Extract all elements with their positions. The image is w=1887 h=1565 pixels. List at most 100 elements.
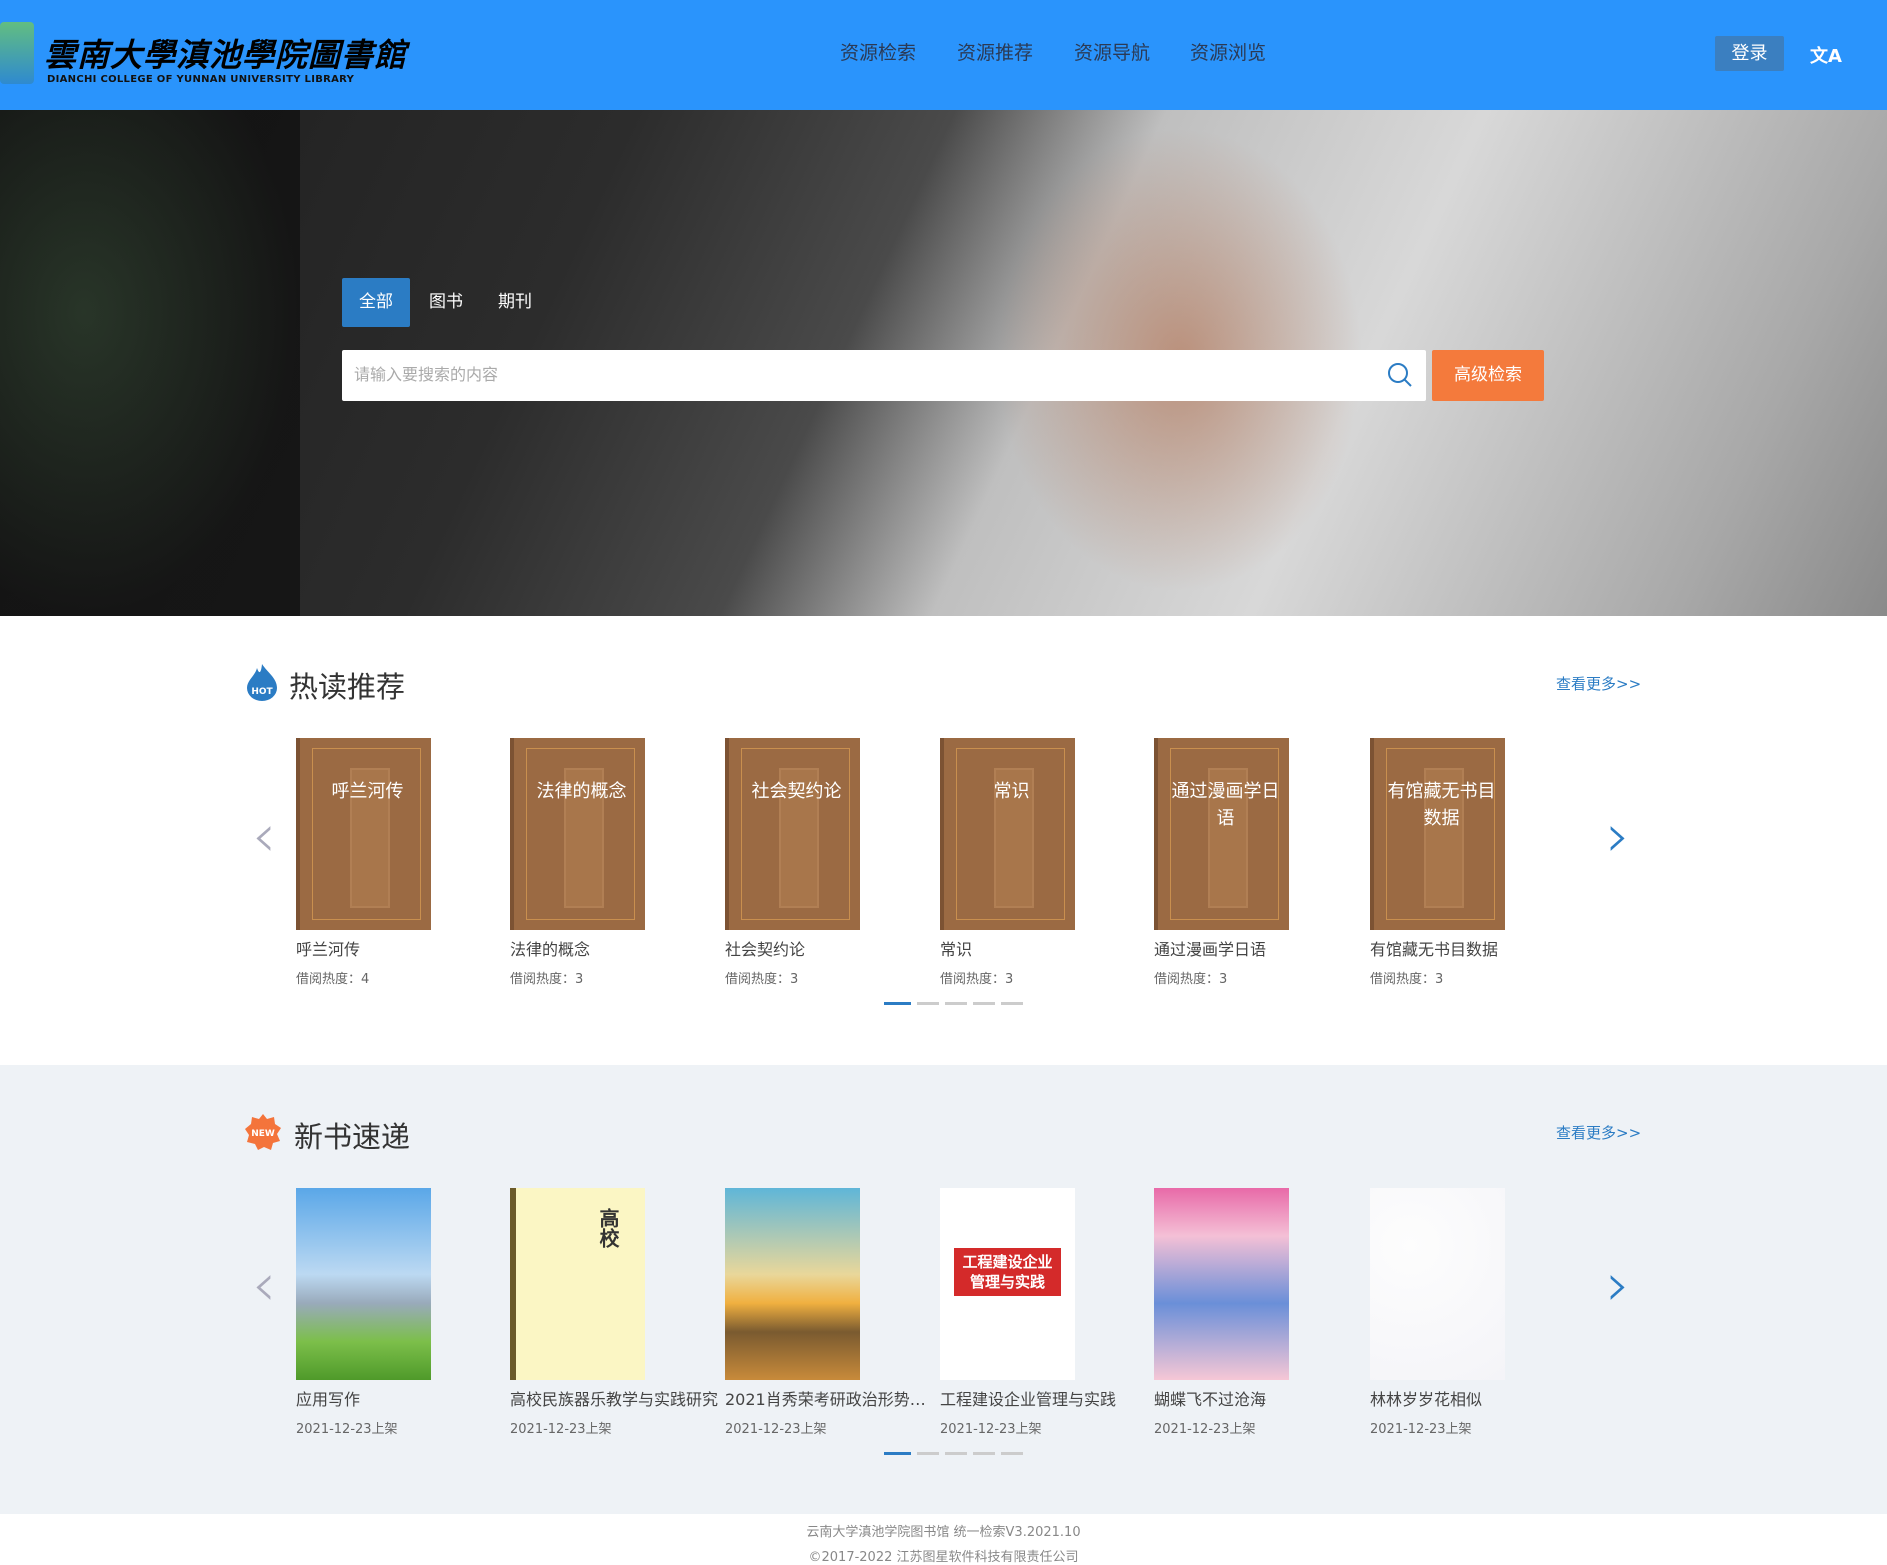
new-prev-arrow[interactable]: ‹ [252,1255,276,1315]
advanced-search-button[interactable]: 高级检索 [1432,350,1544,401]
book-title[interactable]: 法律的概念 [510,936,720,960]
book-title[interactable]: 蝴蝶飞不过沧海 [1154,1386,1364,1410]
hot-book-card[interactable]: 社会契约论 社会契约论 借阅热度：3 [725,738,860,987]
book-cover[interactable] [725,1188,860,1380]
carousel-dot[interactable] [945,1452,967,1455]
hot-book-card[interactable]: 呼兰河传 呼兰河传 借阅热度：4 [296,738,431,987]
tab-all[interactable]: 全部 [342,278,410,327]
shelf-date: 2021-12-23上架 [1370,1422,1472,1437]
footer-copyright: ©2017-2022 江苏图星软件科技有限责任公司 [808,1550,1079,1565]
hero-background-image [0,110,300,616]
nav-resource-search[interactable]: 资源检索 [840,38,916,65]
carousel-dot[interactable] [973,1452,995,1455]
hot-book-card[interactable]: 法律的概念 法律的概念 借阅热度：3 [510,738,645,987]
book-title[interactable]: 呼兰河传 [296,936,506,960]
carousel-dot[interactable] [1001,1002,1023,1005]
hot-book-card[interactable]: 有馆藏无书目数据 有馆藏无书目数据 借阅热度：3 [1370,738,1505,987]
cover-title: 有馆藏无书目数据 [1387,781,1496,829]
logo-english: DIANCHI COLLEGE OF YUNNAN UNIVERSITY LIB… [47,74,355,85]
carousel-dot[interactable] [884,1452,911,1455]
hot-view-more-link[interactable]: 查看更多>> [1556,673,1641,694]
tab-journals[interactable]: 期刊 [481,278,549,327]
book-cover[interactable]: 呼兰河传 [296,738,431,930]
new-section-title: 新书速递 [294,1120,411,1154]
tab-books[interactable]: 图书 [412,278,480,327]
book-title[interactable]: 应用写作 [296,1386,506,1410]
shelf-date: 2021-12-23上架 [940,1422,1042,1437]
borrow-heat: 借阅热度：3 [940,972,1014,987]
new-view-more-link[interactable]: 查看更多>> [1556,1122,1641,1143]
book-title[interactable]: 工程建设企业管理与实践 [940,1386,1150,1410]
svg-text:NEW: NEW [251,1129,275,1139]
borrow-heat: 借阅热度：3 [1154,972,1228,987]
translate-icon[interactable]: 文A [1810,42,1842,68]
login-button[interactable]: 登录 [1715,36,1784,71]
new-carousel-dots [884,1452,1023,1455]
hot-prev-arrow[interactable]: ‹ [252,806,276,866]
carousel-dot[interactable] [973,1002,995,1005]
hot-flame-icon: HOT [247,664,277,701]
book-title[interactable]: 2021肖秀荣考研政治形势与... [725,1386,935,1410]
book-title[interactable]: 林林岁岁花相似 [1370,1386,1580,1410]
book-cover[interactable]: 社会契约论 [725,738,860,930]
new-badge-icon: NEW [245,1114,281,1150]
header: 雲南大學滇池學院圖書館 DIANCHI COLLEGE OF YUNNAN UN… [0,0,1887,110]
book-cover[interactable]: 有馆藏无书目数据 [1370,738,1505,930]
new-next-arrow[interactable]: › [1606,1255,1630,1315]
book-title[interactable]: 社会契约论 [725,936,935,960]
book-title[interactable]: 有馆藏无书目数据 [1370,936,1580,960]
carousel-dot[interactable] [945,1002,967,1005]
shelf-date: 2021-12-23上架 [1154,1422,1256,1437]
new-book-card[interactable]: 林林岁岁花相似 2021-12-23上架 [1370,1188,1505,1437]
new-book-card[interactable]: 2021肖秀荣考研政治形势与... 2021-12-23上架 [725,1188,935,1437]
borrow-heat: 借阅热度：3 [1370,972,1444,987]
new-book-card[interactable]: 工程建设企业管理与实践 工程建设企业管理与实践 2021-12-23上架 [940,1188,1116,1437]
book-cover[interactable]: 法律的概念 [510,738,645,930]
book-cover[interactable] [1154,1188,1289,1380]
carousel-dot[interactable] [917,1452,939,1455]
book-cover[interactable]: 高校 [510,1188,645,1380]
book-cover[interactable]: 工程建设企业管理与实践 [940,1188,1075,1380]
book-title[interactable]: 高校民族器乐教学与实践研究 [510,1386,720,1410]
shelf-date: 2021-12-23上架 [725,1422,827,1437]
nav-resource-recommend[interactable]: 资源推荐 [957,38,1033,65]
borrow-heat: 借阅热度：3 [510,972,584,987]
cover-title: 工程建设企业管理与实践 [954,1248,1061,1296]
cover-title: 通过漫画学日语 [1171,781,1280,829]
carousel-dot[interactable] [1001,1452,1023,1455]
hot-next-arrow[interactable]: › [1606,806,1630,866]
hot-section-title: 热读推荐 [289,670,406,704]
book-cover[interactable] [1370,1188,1505,1380]
borrow-heat: 借阅热度：3 [725,972,799,987]
carousel-dot[interactable] [884,1002,911,1005]
shelf-date: 2021-12-23上架 [296,1422,398,1437]
cover-title: 社会契约论 [751,781,842,802]
cover-title: 高校 [596,1208,620,1248]
book-cover[interactable]: 通过漫画学日语 [1154,738,1289,930]
college-emblem-logo [0,22,34,84]
book-cover[interactable] [296,1188,431,1380]
book-title[interactable]: 通过漫画学日语 [1154,936,1364,960]
search-icon[interactable] [1387,362,1413,388]
hot-book-card[interactable]: 常识 常识 借阅热度：3 [940,738,1075,987]
book-title[interactable]: 常识 [940,936,1150,960]
logo-chinese[interactable]: 雲南大學滇池學院圖書館 [44,30,407,76]
borrow-heat: 借阅热度：4 [296,972,370,987]
new-book-card[interactable]: 高校 高校民族器乐教学与实践研究 2021-12-23上架 [510,1188,718,1437]
cover-title: 法律的概念 [536,781,627,802]
svg-text:HOT: HOT [251,687,273,697]
new-book-card[interactable]: 蝴蝶飞不过沧海 2021-12-23上架 [1154,1188,1289,1437]
nav-resource-browse[interactable]: 资源浏览 [1190,38,1266,65]
hot-carousel-dots [884,1002,1023,1005]
new-book-card[interactable]: 应用写作 2021-12-23上架 [296,1188,431,1437]
footer: 云南大学滇池学院图书馆 统一检索V3.2021.10 ©2017-2022 江苏… [0,1514,1887,1565]
footer-version: 云南大学滇池学院图书馆 统一检索V3.2021.10 [806,1525,1081,1540]
search-box [342,350,1426,401]
shelf-date: 2021-12-23上架 [510,1422,612,1437]
book-cover[interactable]: 常识 [940,738,1075,930]
cover-title: 常识 [993,781,1030,802]
hot-book-card[interactable]: 通过漫画学日语 通过漫画学日语 借阅热度：3 [1154,738,1289,987]
nav-resource-navigation[interactable]: 资源导航 [1074,38,1150,65]
search-input[interactable] [354,350,1354,401]
carousel-dot[interactable] [917,1002,939,1005]
